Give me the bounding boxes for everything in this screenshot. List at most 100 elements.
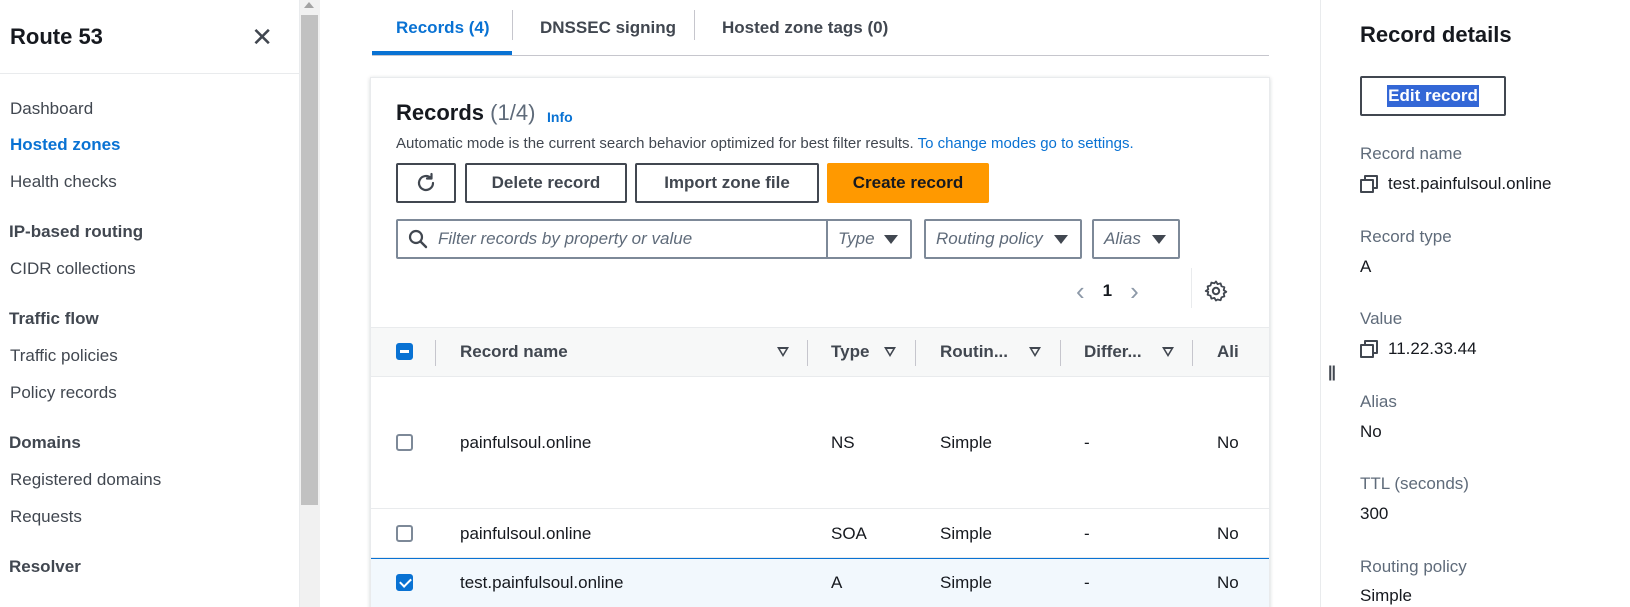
sort-icon[interactable] xyxy=(884,347,896,357)
cell-differentiator: - xyxy=(1084,433,1090,452)
row-checkbox[interactable] xyxy=(396,434,413,451)
records-description: Automatic mode is the current search beh… xyxy=(396,135,1134,152)
nav-item-health-checks[interactable]: Health checks xyxy=(10,172,117,192)
column-divider xyxy=(1060,340,1061,366)
create-record-button[interactable]: Create record xyxy=(827,163,989,203)
filter-box xyxy=(396,219,831,259)
scroll-up-arrow-icon[interactable] xyxy=(304,2,314,8)
tabs-baseline xyxy=(372,55,1269,56)
records-heading: Records (1/4) xyxy=(396,100,535,126)
sort-icon[interactable] xyxy=(777,347,789,357)
cell-routing-policy: Simple xyxy=(940,573,992,592)
chevron-left-icon[interactable]: ‹ xyxy=(1076,276,1085,307)
select-all-checkbox[interactable] xyxy=(396,343,413,360)
copy-icon[interactable] xyxy=(1360,175,1378,193)
table-row-selected[interactable]: test.painfulsoul.online A Simple - No xyxy=(371,558,1269,607)
nav-item-requests[interactable]: Requests xyxy=(10,507,82,527)
column-header-routing-policy[interactable]: Routin... xyxy=(940,328,1008,376)
type-filter-label: Type xyxy=(838,229,875,248)
nav-item-cidr-collections[interactable]: CIDR collections xyxy=(10,259,136,279)
record-type-value: A xyxy=(1360,257,1372,276)
value-value-row: 11.22.33.44 xyxy=(1353,339,1477,359)
cell-alias: No xyxy=(1217,524,1239,543)
tab-divider xyxy=(512,10,513,40)
nav-section-traffic-flow: Traffic flow xyxy=(9,309,99,328)
column-header-record-name[interactable]: Record name xyxy=(460,328,568,376)
cell-record-name: painfulsoul.online xyxy=(460,524,592,543)
value-value: 11.22.33.44 xyxy=(1388,339,1477,358)
pager-divider xyxy=(1191,268,1192,308)
column-divider xyxy=(807,340,808,366)
cell-alias: No xyxy=(1217,433,1239,452)
cell-alias: No xyxy=(1217,573,1239,592)
side-navigation: Route 53 ✕ Dashboard Hosted zones Health… xyxy=(0,0,300,607)
resize-handle-icon[interactable]: || xyxy=(1328,364,1336,382)
edit-record-button[interactable]: Edit record xyxy=(1360,76,1506,116)
tab-dnssec-signing[interactable]: DNSSEC signing xyxy=(540,0,676,55)
copy-icon[interactable] xyxy=(1360,340,1378,358)
chevron-right-icon[interactable]: › xyxy=(1130,276,1139,307)
alias-filter-select[interactable]: Alias xyxy=(1092,219,1180,259)
routing-policy-filter-select[interactable]: Routing policy xyxy=(924,219,1082,259)
column-header-differentiator[interactable]: Differ... xyxy=(1084,328,1142,376)
info-link[interactable]: Info xyxy=(547,109,573,125)
records-count: (1/4) xyxy=(490,100,536,125)
import-zone-file-button[interactable]: Import zone file xyxy=(635,163,819,203)
alias-value: No xyxy=(1360,422,1382,441)
value-label: Value xyxy=(1360,309,1403,328)
cell-type: A xyxy=(831,573,843,592)
cell-differentiator: - xyxy=(1084,573,1090,592)
nav-item-traffic-policies[interactable]: Traffic policies xyxy=(10,346,118,366)
cell-routing-policy: Simple xyxy=(940,433,992,452)
record-details-title: Record details xyxy=(1360,22,1512,47)
routing-policy-label: Routing policy xyxy=(1360,557,1467,576)
column-header-type[interactable]: Type xyxy=(831,328,869,376)
row-checkbox[interactable] xyxy=(396,574,413,591)
nav-header: Route 53 ✕ xyxy=(0,0,299,74)
search-icon xyxy=(408,229,428,249)
record-name-value-row: test.painfulsoul.online xyxy=(1353,174,1552,194)
records-title: Records xyxy=(396,100,485,125)
cell-type: NS xyxy=(831,433,855,452)
caret-down-icon xyxy=(1054,234,1068,244)
settings-gear-icon[interactable] xyxy=(1204,279,1228,303)
delete-record-button[interactable]: Delete record xyxy=(465,163,627,203)
record-type-label: Record type xyxy=(1360,227,1452,246)
sort-icon[interactable] xyxy=(1162,347,1174,357)
caret-down-icon xyxy=(884,234,898,244)
settings-link[interactable]: To change modes go to settings. xyxy=(918,135,1134,152)
scroll-thumb[interactable] xyxy=(301,15,318,505)
nav-item-policy-records[interactable]: Policy records xyxy=(10,383,117,403)
column-divider xyxy=(435,340,436,366)
edit-record-label: Edit record xyxy=(1387,85,1479,107)
nav-item-hosted-zones[interactable]: Hosted zones xyxy=(10,135,121,155)
refresh-button[interactable] xyxy=(396,163,456,203)
records-container: Records (1/4) Info Automatic mode is the… xyxy=(370,77,1270,607)
records-table-header: Record name Type Routin... Differ... Ali xyxy=(371,327,1269,377)
table-row[interactable]: painfulsoul.online SOA Simple - No xyxy=(371,509,1269,558)
column-header-alias[interactable]: Ali xyxy=(1217,328,1239,376)
active-tab-indicator xyxy=(372,51,512,55)
page-number[interactable]: 1 xyxy=(1103,281,1112,301)
cell-type: SOA xyxy=(831,524,867,543)
nav-scrollbar[interactable] xyxy=(300,0,320,607)
nav-title: Route 53 xyxy=(10,23,103,49)
nav-section-ip-based-routing: IP-based routing xyxy=(9,222,144,241)
filter-records-input[interactable] xyxy=(438,229,828,249)
tab-hosted-zone-tags[interactable]: Hosted zone tags (0) xyxy=(722,0,888,55)
routing-policy-filter-label: Routing policy xyxy=(936,229,1043,248)
record-name-value: test.painfulsoul.online xyxy=(1388,174,1552,193)
cell-record-name: test.painfulsoul.online xyxy=(460,573,624,592)
close-icon[interactable]: ✕ xyxy=(251,24,273,50)
nav-item-dashboard[interactable]: Dashboard xyxy=(10,99,93,119)
record-name-label: Record name xyxy=(1360,144,1463,163)
cell-record-name: painfulsoul.online xyxy=(460,433,592,452)
nav-section-resolver: Resolver xyxy=(9,557,81,576)
type-filter-select[interactable]: Type xyxy=(826,219,912,259)
row-checkbox[interactable] xyxy=(396,525,413,542)
table-row[interactable]: painfulsoul.online NS Simple - No xyxy=(371,377,1269,509)
sort-icon[interactable] xyxy=(1029,347,1041,357)
tab-divider xyxy=(694,10,695,40)
nav-item-registered-domains[interactable]: Registered domains xyxy=(10,470,161,490)
tab-records[interactable]: Records (4) xyxy=(396,0,490,55)
